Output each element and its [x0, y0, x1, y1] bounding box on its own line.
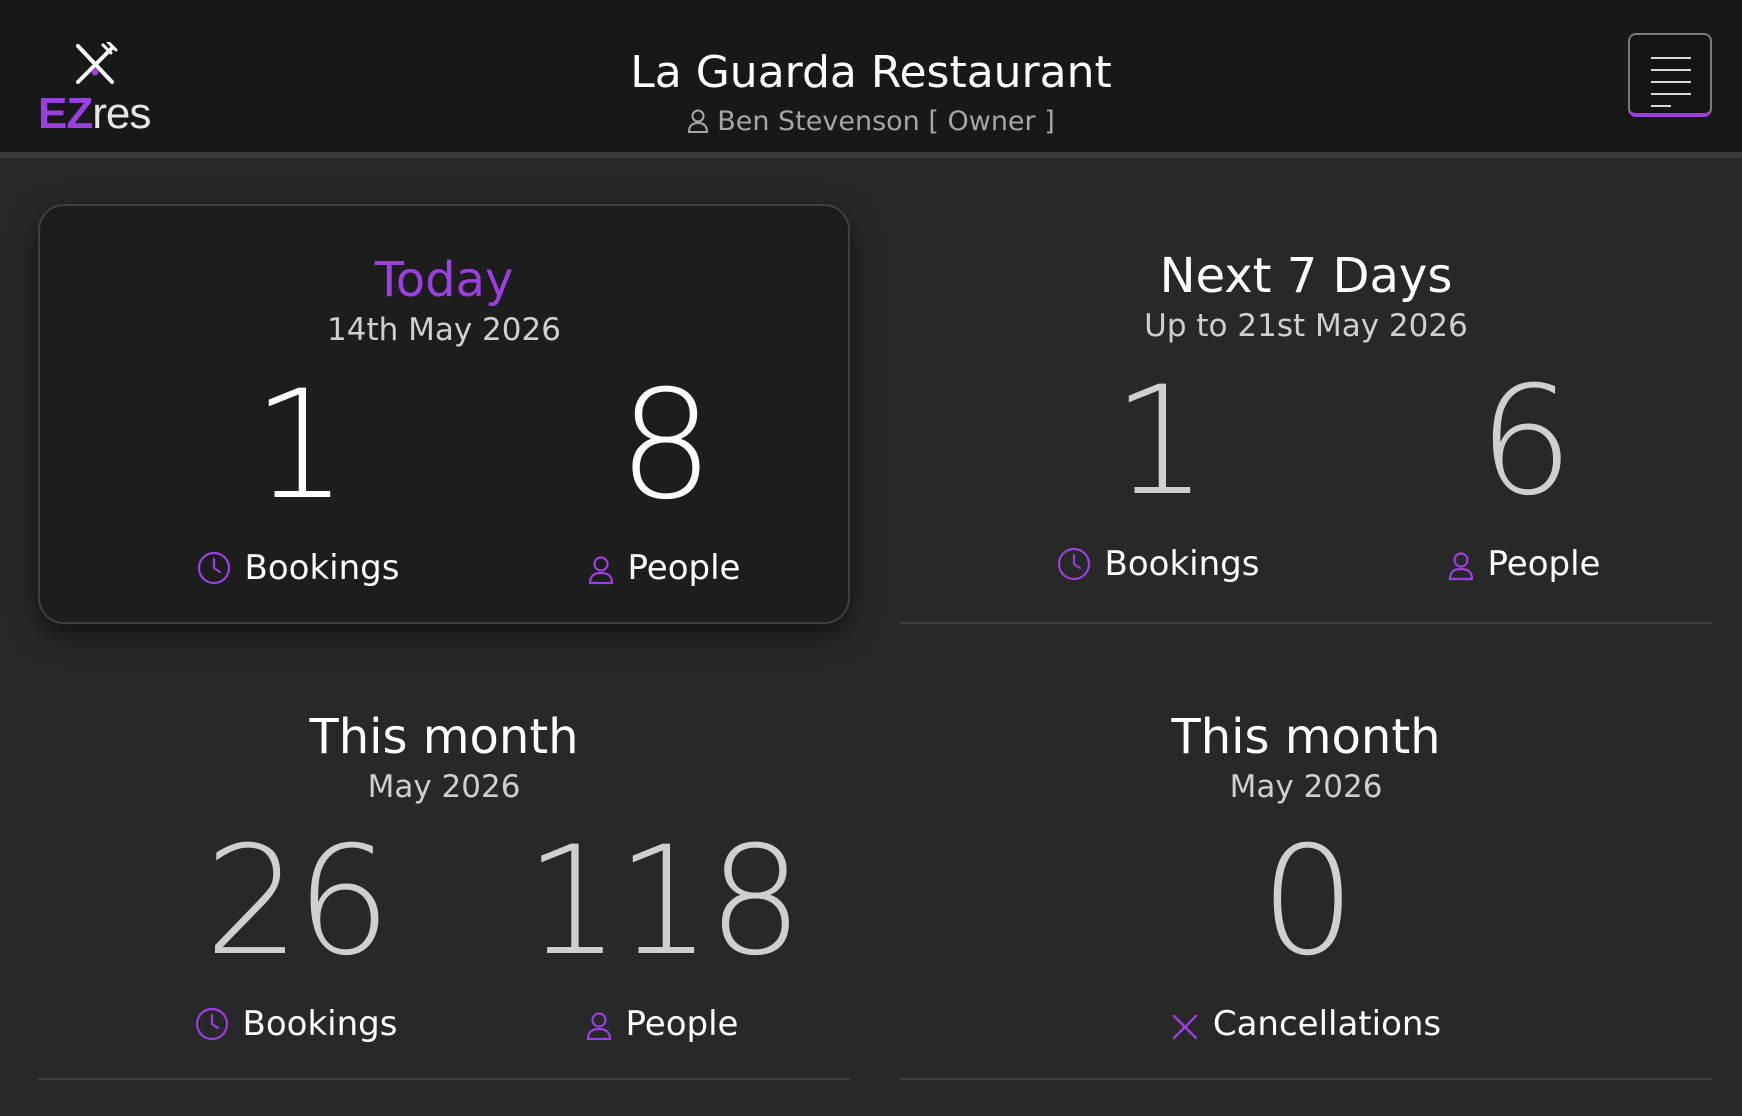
- today-card[interactable]: Today 14th May 2026 1 Bookings 8 People: [38, 204, 850, 624]
- cancellations-card[interactable]: This month May 2026 0 Cancellations: [900, 662, 1712, 1080]
- people-text: People: [625, 1004, 739, 1044]
- clock-icon: [1057, 547, 1090, 581]
- card-title: This month: [1171, 709, 1441, 765]
- people-label: People: [484, 546, 844, 590]
- bookings-stat: 26 Bookings: [116, 822, 476, 1046]
- bookings-text: Bookings: [1104, 544, 1260, 584]
- people-stat: 118 People: [482, 822, 842, 1046]
- people-text: People: [1487, 544, 1601, 584]
- cancellations-stat: 0 Cancellations: [1126, 822, 1486, 1046]
- card-subtitle: May 2026: [1229, 769, 1383, 805]
- bookings-text: Bookings: [242, 1004, 398, 1044]
- bookings-stat: 1 Bookings: [978, 362, 1338, 586]
- clock-icon: [197, 551, 230, 585]
- user-info: Ben Stevenson [ Owner ]: [0, 104, 1742, 140]
- bookings-text: Bookings: [244, 548, 400, 588]
- person-icon: [1448, 552, 1473, 581]
- bookings-count: 26: [204, 815, 392, 989]
- person-icon: [588, 556, 613, 585]
- people-text: People: [627, 548, 741, 588]
- cancellations-count: 0: [1260, 815, 1355, 989]
- x-icon: [1172, 1014, 1198, 1040]
- people-label: People: [1344, 542, 1704, 586]
- people-stat: 8 People: [484, 366, 844, 590]
- cancellations-text: Cancellations: [1212, 1004, 1442, 1044]
- app-header: EZres La Guarda Restaurant Ben Stevenson…: [0, 0, 1742, 158]
- people-count: 118: [524, 815, 803, 989]
- this-month-card[interactable]: This month May 2026 26 Bookings 118 Peop…: [38, 662, 850, 1080]
- card-subtitle: 14th May 2026: [327, 312, 561, 348]
- person-icon: [688, 109, 709, 133]
- card-title: This month: [309, 709, 579, 765]
- card-title: Today: [374, 252, 514, 308]
- cancellations-label: Cancellations: [1126, 1002, 1486, 1046]
- people-label: People: [482, 1002, 842, 1046]
- restaurant-title: La Guarda Restaurant: [630, 47, 1112, 98]
- next-7-days-card[interactable]: Next 7 Days Up to 21st May 2026 1 Bookin…: [900, 204, 1712, 624]
- clock-icon: [195, 1007, 228, 1041]
- menu-line-icon: [1651, 93, 1691, 95]
- menu-line-icon: [1651, 57, 1691, 59]
- bookings-label: Bookings: [118, 546, 478, 590]
- menu-line-icon: [1651, 69, 1691, 71]
- people-count: 6: [1478, 355, 1573, 529]
- bookings-count: 1: [1112, 355, 1207, 529]
- bookings-count: 1: [252, 359, 347, 533]
- people-count: 8: [618, 359, 713, 533]
- card-title: Next 7 Days: [1159, 248, 1453, 304]
- people-stat: 6 People: [1344, 362, 1704, 586]
- person-icon: [586, 1012, 611, 1041]
- card-subtitle: May 2026: [367, 769, 521, 805]
- user-name-role: Ben Stevenson [ Owner ]: [717, 106, 1055, 137]
- menu-line-icon: [1651, 81, 1691, 83]
- bookings-label: Bookings: [116, 1002, 476, 1046]
- card-subtitle: Up to 21st May 2026: [1144, 308, 1468, 344]
- hamburger-menu-button[interactable]: [1628, 33, 1712, 117]
- bookings-stat: 1 Bookings: [118, 366, 478, 590]
- bookings-label: Bookings: [978, 542, 1338, 586]
- menu-line-icon: [1651, 105, 1671, 107]
